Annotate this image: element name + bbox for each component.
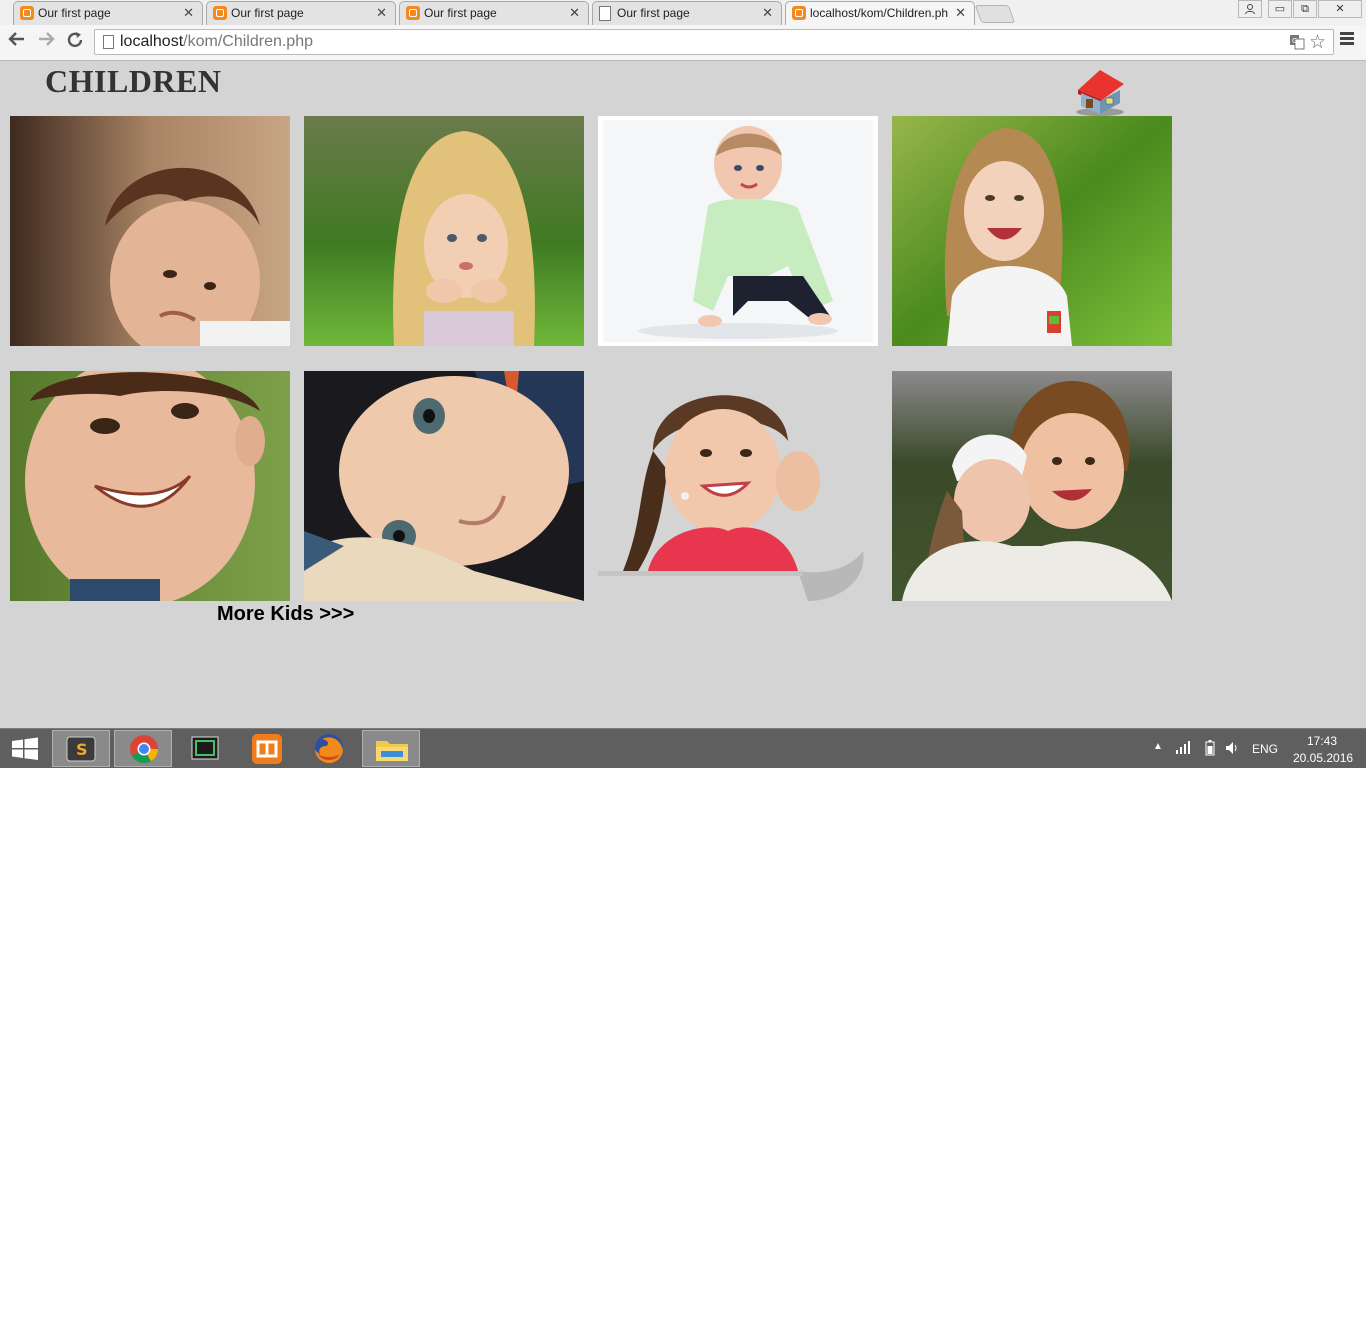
profile-icon[interactable] xyxy=(1238,0,1262,18)
browser-tab-3[interactable]: Our first page ✕ xyxy=(399,1,589,25)
chrome-menu-icon[interactable] xyxy=(1340,32,1354,47)
new-tab-button[interactable] xyxy=(974,5,1016,23)
photo-sad-toddler[interactable] xyxy=(10,116,290,346)
close-icon[interactable]: ✕ xyxy=(569,5,580,21)
close-window-button[interactable]: ✕ xyxy=(1318,0,1362,18)
photo-girl-with-braids[interactable] xyxy=(598,371,878,601)
xampp-icon xyxy=(406,6,420,20)
photo-laughing-girl[interactable] xyxy=(892,116,1172,346)
tray-expand-icon[interactable]: ▲ xyxy=(1153,741,1163,752)
forward-button[interactable] xyxy=(35,31,57,52)
tab-title: Our first page xyxy=(424,6,497,20)
close-icon[interactable]: ✕ xyxy=(183,5,194,21)
photo-crawling-baby[interactable] xyxy=(598,116,878,346)
translate-icon[interactable]: G xyxy=(1289,34,1305,55)
clock-time[interactable]: 17:43 xyxy=(1307,734,1337,748)
signal-icon[interactable] xyxy=(1176,740,1192,757)
svg-text:S: S xyxy=(76,740,88,759)
close-icon[interactable]: ✕ xyxy=(955,5,966,21)
start-icon[interactable] xyxy=(0,730,50,767)
tab-title: Our first page xyxy=(231,6,304,20)
more-kids-link[interactable]: More Kids >>> xyxy=(217,603,354,626)
photo-boy-and-girl[interactable] xyxy=(892,371,1172,601)
file-explorer-icon[interactable] xyxy=(362,730,420,767)
address-bar[interactable]: localhost/kom/Children.php G ☆ xyxy=(94,29,1334,55)
home-icon[interactable] xyxy=(1072,66,1128,116)
desktop-screen: Our first page ✕ Our first page ✕ Our fi… xyxy=(0,0,1366,768)
browser-tab-5[interactable]: localhost/kom/Children.php ✕ xyxy=(785,1,975,25)
close-icon[interactable]: ✕ xyxy=(762,5,773,21)
url-text: localhost/kom/Children.php xyxy=(120,33,313,50)
photo-smiling-boy[interactable] xyxy=(10,371,290,601)
reload-button[interactable] xyxy=(64,31,86,54)
clock-date[interactable]: 20.05.2016 xyxy=(1293,751,1353,765)
bookmark-star-icon[interactable]: ☆ xyxy=(1309,31,1326,54)
firefox-icon[interactable] xyxy=(300,730,358,767)
page-title: CHILDREN xyxy=(45,63,222,99)
xampp-icon xyxy=(213,6,227,20)
language-indicator[interactable]: ENG xyxy=(1252,742,1278,756)
photo-blonde-girl-in-grass[interactable] xyxy=(304,116,584,346)
browser-toolbar: localhost/kom/Children.php G ☆ xyxy=(0,25,1366,61)
browser-tab-2[interactable]: Our first page ✕ xyxy=(206,1,396,25)
photo-child-lying-down[interactable] xyxy=(304,371,584,601)
page-margin xyxy=(1350,61,1366,728)
browser-tab-4[interactable]: Our first page ✕ xyxy=(592,1,782,25)
browser-tab-1[interactable]: Our first page ✕ xyxy=(13,1,203,25)
sublime-text-icon[interactable]: S xyxy=(52,730,110,767)
tab-title: Our first page xyxy=(38,6,111,20)
restore-button[interactable]: ⧉ xyxy=(1293,0,1317,18)
battery-icon[interactable] xyxy=(1205,740,1215,759)
xampp-icon xyxy=(792,6,806,20)
xampp-icon xyxy=(20,6,34,20)
tab-title: localhost/kom/Children.php xyxy=(810,6,948,20)
windows-taskbar: S ▲ ENG 17:43 20.05.2016 xyxy=(0,728,1366,768)
terminal-icon[interactable] xyxy=(176,730,234,767)
back-button[interactable] xyxy=(6,31,28,52)
page-icon xyxy=(103,35,114,49)
minimize-button[interactable]: ▭ xyxy=(1268,0,1292,18)
chrome-icon[interactable] xyxy=(114,730,172,767)
volume-icon[interactable] xyxy=(1224,740,1240,759)
page-icon xyxy=(599,6,611,21)
svg-text:G: G xyxy=(1292,37,1297,45)
xampp-icon[interactable] xyxy=(238,730,296,767)
close-icon[interactable]: ✕ xyxy=(376,5,387,21)
tab-title: Our first page xyxy=(617,6,690,20)
browser-tab-strip: Our first page ✕ Our first page ✕ Our fi… xyxy=(0,0,1366,25)
